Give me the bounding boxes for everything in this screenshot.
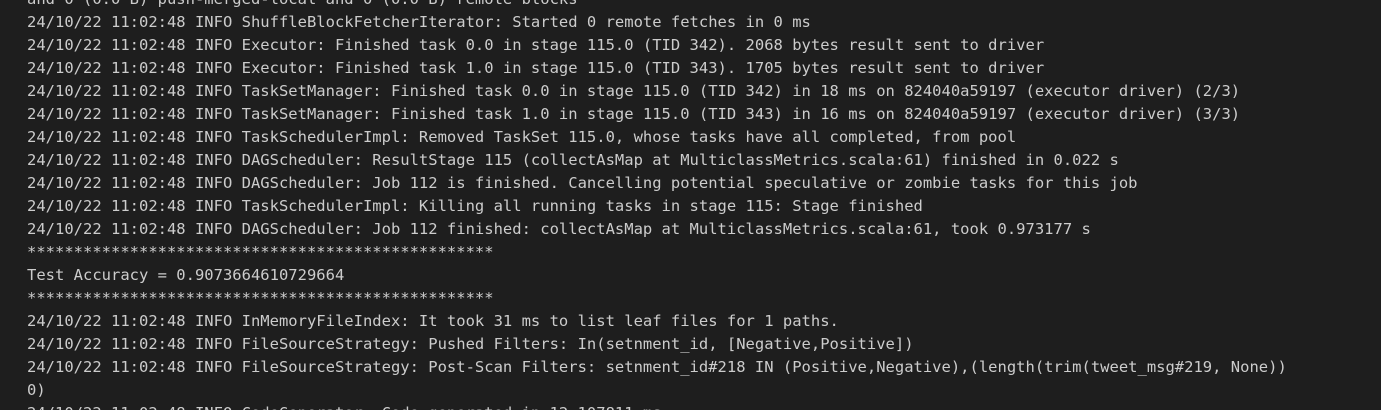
log-line: 24/10/22 11:02:48 INFO Executor: Finishe… (27, 36, 1045, 54)
separator-line: ****************************************… (27, 243, 494, 261)
log-line: 24/10/22 11:02:48 INFO TaskSetManager: F… (27, 82, 1241, 100)
terminal-output[interactable]: and 0 (0.0 B) push-merged-local and 0 (0… (0, 0, 1381, 410)
log-line: 24/10/22 11:02:48 INFO TaskSchedulerImpl… (27, 197, 923, 215)
log-line: 24/10/22 11:02:48 INFO Executor: Finishe… (27, 59, 1045, 77)
separator-line: ****************************************… (27, 289, 494, 307)
log-line: 24/10/22 11:02:48 INFO FileSourceStrateg… (27, 358, 1287, 376)
log-line: 24/10/22 11:02:48 INFO ShuffleBlockFetch… (27, 13, 811, 31)
log-line: 24/10/22 11:02:48 INFO DAGScheduler: Job… (27, 220, 1091, 238)
log-line: 24/10/22 11:02:48 INFO TaskSetManager: F… (27, 105, 1241, 123)
log-lines: and 0 (0.0 B) push-merged-local and 0 (0… (27, 0, 1381, 410)
log-line: 24/10/22 11:02:48 INFO DAGScheduler: Job… (27, 174, 1138, 192)
log-line: 24/10/22 11:02:48 INFO DAGScheduler: Res… (27, 151, 1119, 169)
log-line: 24/10/22 11:02:48 INFO CodeGenerator: Co… (27, 402, 1381, 410)
log-line: 24/10/22 11:02:48 INFO TaskSchedulerImpl… (27, 128, 1017, 146)
log-line: 24/10/22 11:02:48 INFO InMemoryFileIndex… (27, 312, 839, 330)
test-accuracy-line: Test Accuracy = 0.9073664610729664 (27, 266, 345, 284)
log-line: 24/10/22 11:02:48 INFO FileSourceStrateg… (27, 335, 914, 353)
log-line: 0) (27, 381, 46, 399)
log-line: and 0 (0.0 B) push-merged-local and 0 (0… (27, 0, 1381, 11)
